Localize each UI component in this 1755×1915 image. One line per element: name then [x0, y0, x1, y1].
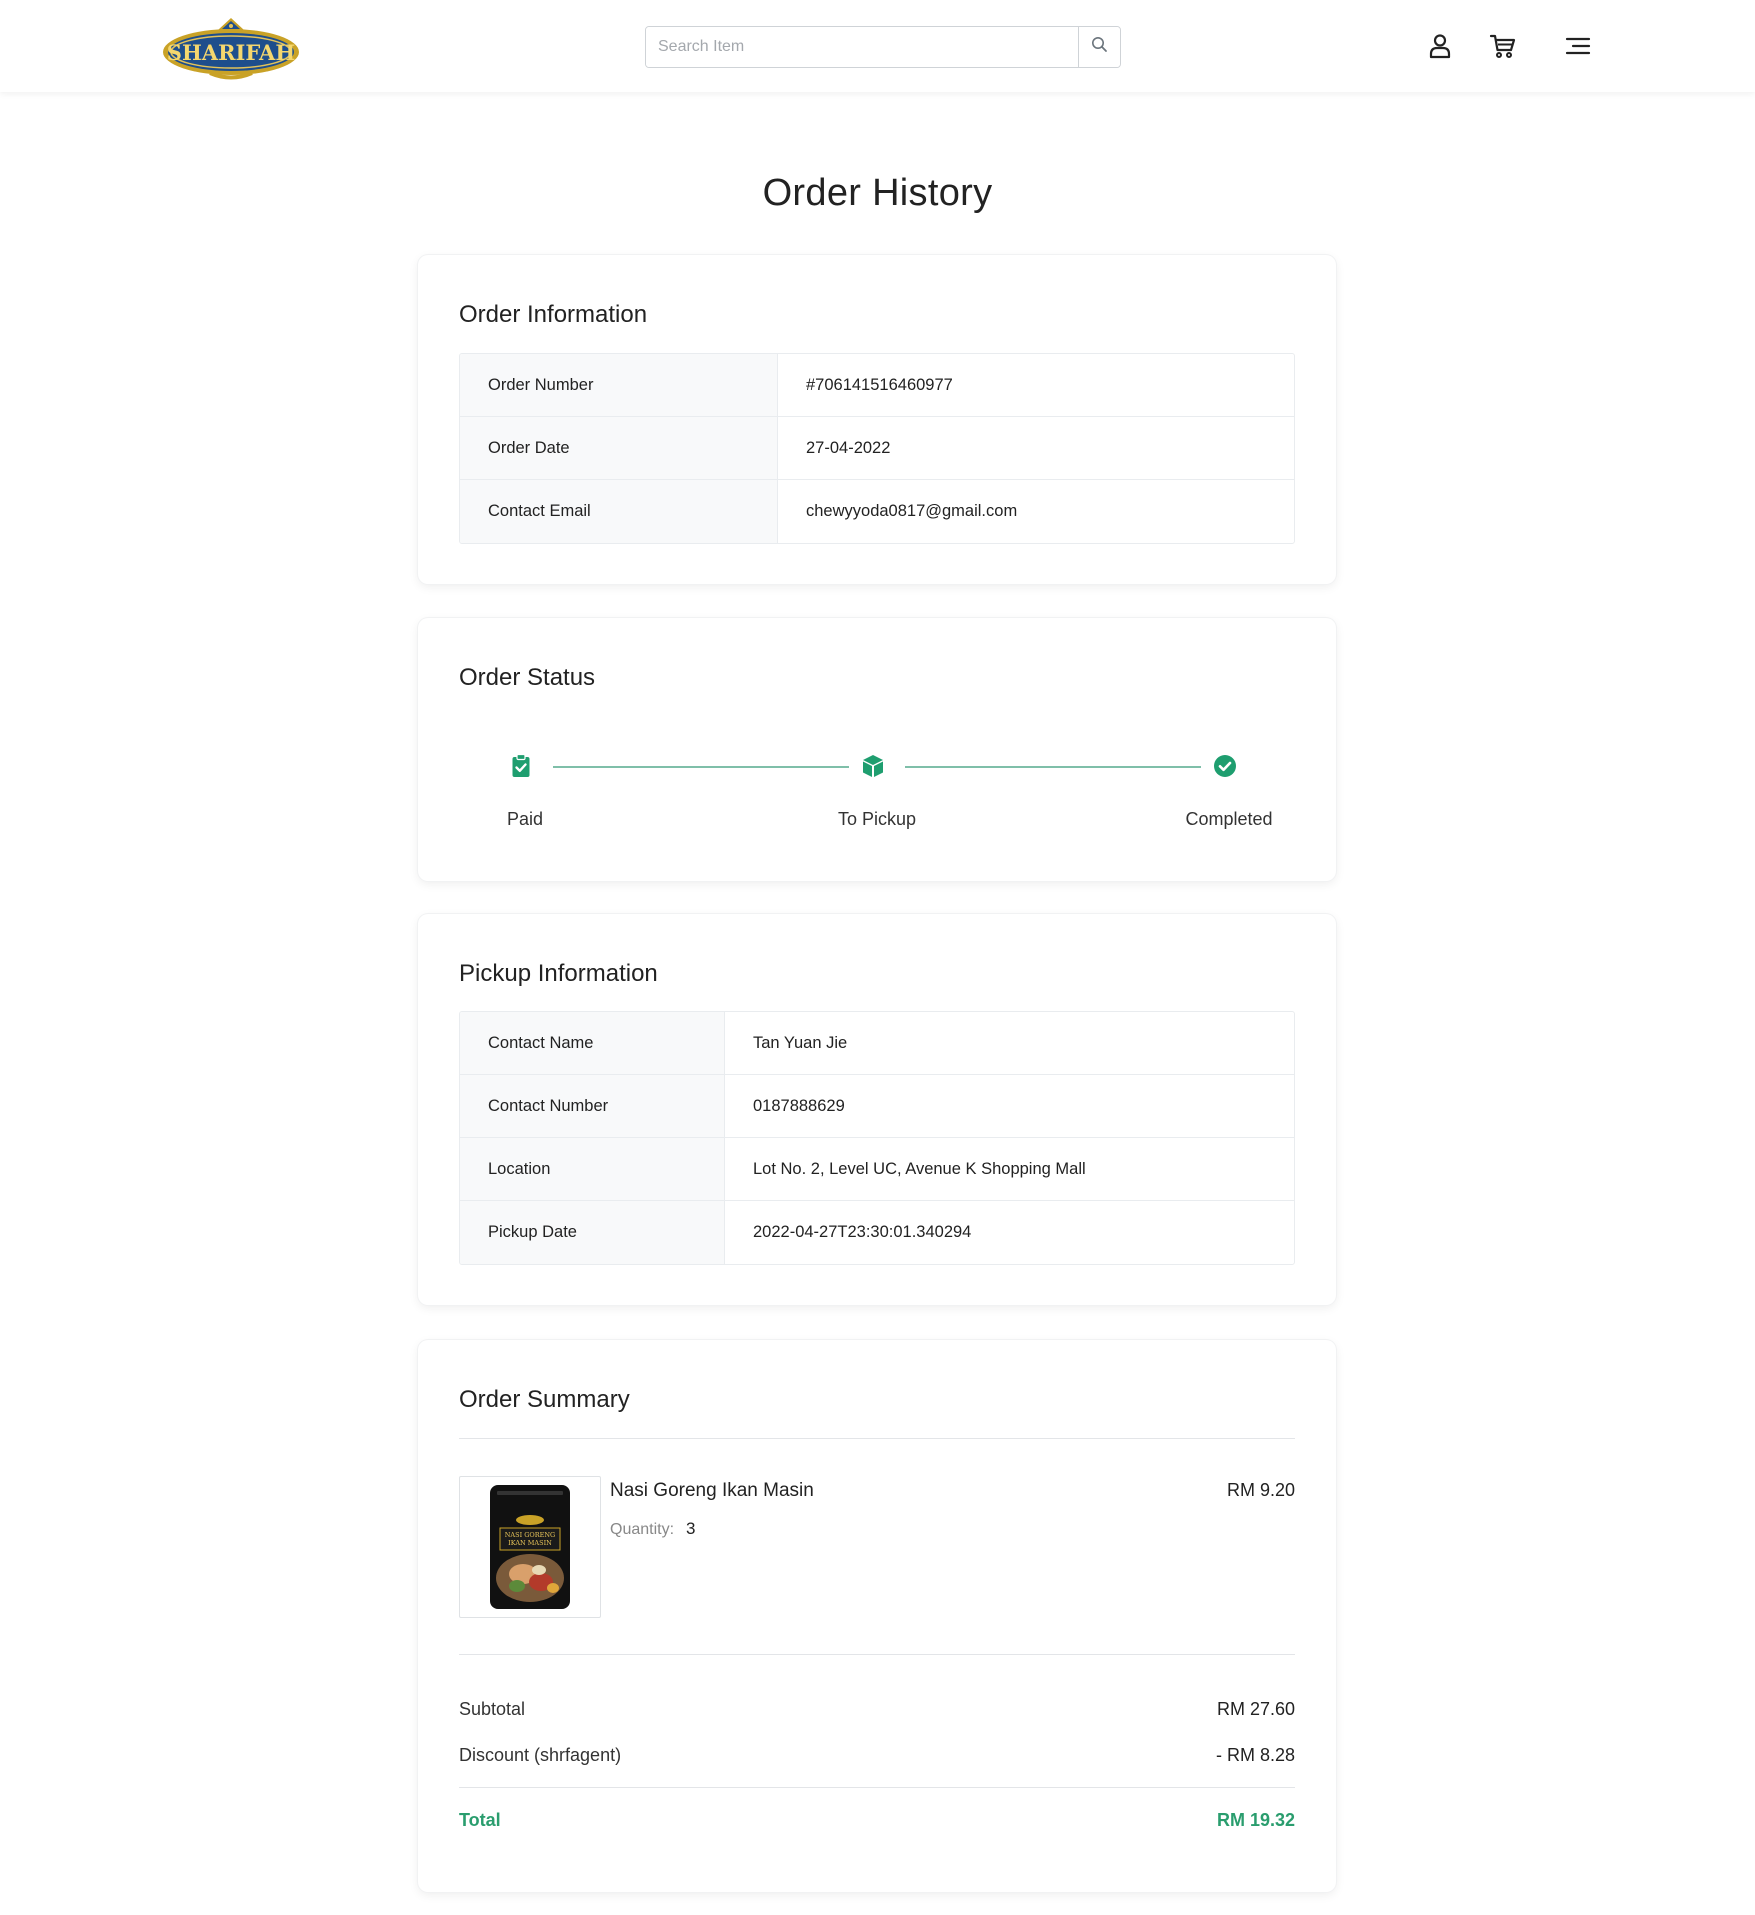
divider — [459, 1438, 1295, 1439]
subtotal-label: Subtotal — [459, 1699, 526, 1719]
discount-value: - RM 8.28 — [1215, 1745, 1295, 1765]
table-row: Order Date 27-04-2022 — [460, 417, 1294, 480]
total-value: RM 19.32 — [1216, 1810, 1295, 1830]
sharifah-logo[interactable]: SHARIFAH — [160, 16, 302, 80]
contact-number-value: 0187888629 — [753, 1096, 845, 1115]
search-button[interactable] — [1078, 27, 1120, 67]
order-information-title: Order Information — [459, 301, 648, 328]
contact-email-value: chewyyoda0817@gmail.com — [806, 502, 1018, 520]
table-row: Contact Number 0187888629 — [460, 1075, 1294, 1138]
order-information-card: Order Information Order Number #70614151… — [418, 255, 1336, 584]
product-price: RM 9.20 — [1226, 1480, 1295, 1500]
order-information-table: Order Number #706141516460977 Order Date… — [459, 353, 1295, 544]
pickup-information-card: Pickup Information Contact Name Tan Yuan… — [418, 914, 1336, 1305]
row-label: Pickup Date — [460, 1201, 725, 1264]
order-summary-title: Order Summary — [459, 1386, 630, 1413]
order-status-card: Order Status Paid To Pickup Completed — [418, 618, 1336, 881]
svg-text:IKAN MASIN: IKAN MASIN — [508, 1539, 552, 1547]
location-value: Lot No. 2, Level UC, Avenue K Shopping M… — [753, 1159, 1086, 1178]
quantity-label: Quantity: — [610, 1521, 675, 1538]
divider — [459, 1654, 1295, 1655]
row-label: Contact Number — [460, 1075, 725, 1137]
quantity-value: 3 — [686, 1519, 696, 1538]
product-name[interactable]: Nasi Goreng Ikan Masin — [610, 1480, 814, 1502]
pickup-information-table: Contact Name Tan Yuan Jie Contact Number… — [459, 1011, 1295, 1265]
table-row: Pickup Date 2022-04-27T23:30:01.340294 — [460, 1201, 1294, 1264]
discount-label: Discount (shrfagent) — [459, 1745, 622, 1765]
order-status-title: Order Status — [459, 664, 596, 691]
row-label: Order Number — [460, 354, 778, 416]
check-circle-icon — [1213, 754, 1237, 778]
order-number-value: #706141516460977 — [806, 375, 953, 394]
status-label-completed: Completed — [1185, 809, 1273, 829]
cart-icon[interactable] — [1487, 30, 1519, 62]
search-input[interactable] — [646, 27, 1078, 67]
status-progress-line — [553, 766, 849, 768]
table-row: Contact Name Tan Yuan Jie — [460, 1012, 1294, 1075]
order-summary-card: Order Summary NASI GORENG IKAN MASIN Nas… — [418, 1340, 1336, 1892]
table-row: Contact Email chewyyoda0817@gmail.com — [460, 480, 1294, 543]
user-icon[interactable] — [1424, 30, 1456, 62]
row-label: Order Date — [460, 417, 778, 479]
subtotal-value: RM 27.60 — [1216, 1699, 1295, 1719]
row-label: Contact Name — [460, 1012, 725, 1074]
divider — [459, 1787, 1295, 1788]
page-title: Order History — [762, 172, 993, 214]
logo-text: SHARIFAH — [167, 40, 295, 65]
table-row: Location Lot No. 2, Level UC, Avenue K S… — [460, 1138, 1294, 1201]
table-row: Order Number #706141516460977 — [460, 354, 1294, 417]
status-label-to-pickup: To Pickup — [837, 809, 917, 829]
menu-icon[interactable] — [1562, 30, 1594, 62]
pickup-information-title: Pickup Information — [459, 960, 658, 987]
total-label: Total — [459, 1810, 501, 1830]
site-header: SHARIFAH — [0, 0, 1755, 92]
clipboard-check-icon — [509, 754, 533, 778]
row-label: Contact Email — [460, 480, 778, 543]
order-date-value: 27-04-2022 — [806, 438, 891, 457]
search-icon — [1091, 36, 1108, 58]
row-label: Location — [460, 1138, 725, 1200]
status-label-paid: Paid — [506, 809, 544, 829]
box-icon — [861, 754, 885, 778]
search-bar — [645, 26, 1121, 68]
svg-text:NASI GORENG: NASI GORENG — [505, 1531, 556, 1539]
pickup-date-value: 2022-04-27T23:30:01.340294 — [753, 1223, 972, 1241]
product-image[interactable]: NASI GORENG IKAN MASIN — [459, 1476, 601, 1618]
status-progress-line — [905, 766, 1201, 768]
contact-name-value: Tan Yuan Jie — [753, 1033, 848, 1052]
